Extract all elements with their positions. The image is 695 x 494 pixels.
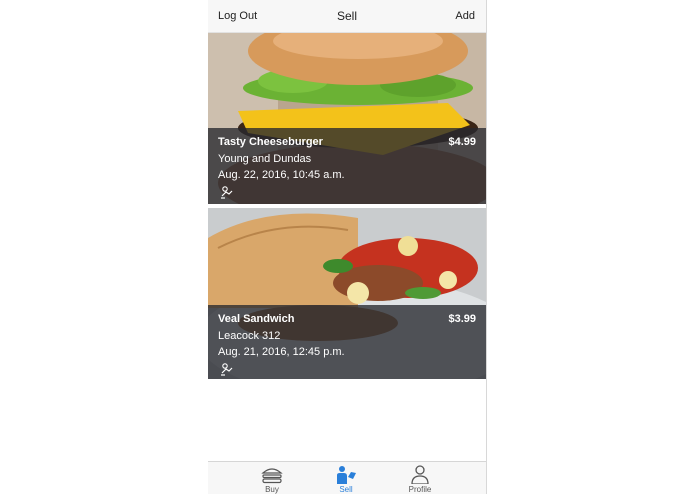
listing-card-veal-sandwich[interactable]: Veal Sandwich $3.99 Leacock 312 Aug. 21,… xyxy=(208,208,486,379)
navigation-bar: Log Out Sell Add xyxy=(208,0,486,33)
person-icon xyxy=(411,465,429,484)
hand-offer-icon xyxy=(221,186,233,199)
tab-profile[interactable]: Profile xyxy=(390,462,450,494)
item-price: $3.99 xyxy=(448,313,476,325)
tab-sell[interactable]: Sell xyxy=(316,462,376,494)
tab-label: Profile xyxy=(408,485,432,494)
item-location: Leacock 312 xyxy=(218,330,281,342)
item-location: Young and Dundas xyxy=(218,153,312,165)
listing-card-cheeseburger[interactable]: Tasty Cheeseburger $4.99 Young and Dunda… xyxy=(208,33,486,204)
item-name: Tasty Cheeseburger xyxy=(218,136,323,148)
page-title: Sell xyxy=(336,9,357,23)
seller-icon xyxy=(337,466,356,484)
tab-bar: Buy Sell Profile xyxy=(208,461,486,494)
phone-screen: Log Out Sell Add Tasty Cheeseburger $4.9… xyxy=(208,0,487,494)
item-date: Aug. 21, 2016, 12:45 p.m. xyxy=(218,346,345,358)
add-button[interactable]: Add xyxy=(455,10,475,22)
listing-info-overlay: Tasty Cheeseburger $4.99 Young and Dunda… xyxy=(208,128,486,204)
item-name: Veal Sandwich xyxy=(218,313,295,325)
tab-buy[interactable]: Buy xyxy=(242,462,302,494)
listing-info-overlay: Veal Sandwich $3.99 Leacock 312 Aug. 21,… xyxy=(208,305,486,379)
item-price: $4.99 xyxy=(448,136,476,148)
tab-label: Sell xyxy=(339,485,353,494)
hand-offer-icon xyxy=(221,363,233,376)
item-date: Aug. 22, 2016, 10:45 a.m. xyxy=(218,169,345,181)
tab-label: Buy xyxy=(265,485,279,494)
burger-icon xyxy=(261,468,283,484)
